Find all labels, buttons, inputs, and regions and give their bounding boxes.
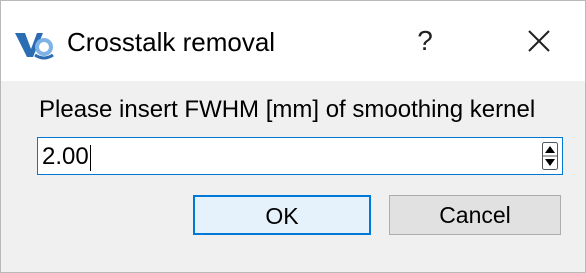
close-icon[interactable] [515, 19, 563, 63]
spin-arrows-icon[interactable] [542, 142, 558, 170]
prompt-label: Please insert FWHM [mm] of smoothing ker… [39, 96, 536, 123]
vr-app-icon [15, 33, 54, 60]
ok-button[interactable]: OK [193, 195, 371, 235]
help-button[interactable]: ? [403, 19, 447, 63]
cancel-button[interactable]: Cancel [389, 195, 561, 235]
fwhm-value[interactable]: 2.00 [42, 143, 89, 170]
dialog-window: Crosstalk removal ? Please insert FWHM [… [0, 0, 586, 273]
fwhm-spinbox[interactable]: 2.00 [37, 137, 563, 175]
dialog-body: Please insert FWHM [mm] of smoothing ker… [1, 81, 585, 272]
fwhm-value-container: 2.00 [42, 142, 91, 172]
text-caret [89, 144, 91, 171]
title-bar[interactable]: Crosstalk removal ? [1, 1, 585, 81]
window-title: Crosstalk removal [67, 27, 276, 57]
